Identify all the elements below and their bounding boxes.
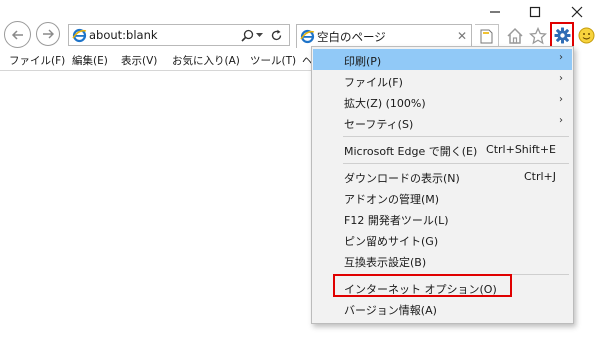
menu-item-label: ファイル(F) xyxy=(344,76,403,89)
menu-edit[interactable]: 編集(E) xyxy=(72,53,108,68)
submenu-arrow-icon: › xyxy=(559,94,563,105)
ie-logo-icon xyxy=(72,28,87,43)
submenu-arrow-icon: › xyxy=(559,115,563,126)
menu-tools[interactable]: ツール(T) xyxy=(250,53,296,68)
back-arrow-icon xyxy=(11,29,23,40)
menu-file[interactable]: ファイル(F) xyxy=(9,53,65,68)
menu-separator xyxy=(343,136,569,137)
new-tab-button[interactable] xyxy=(475,24,499,48)
ie-logo-icon xyxy=(300,29,315,44)
menu-item-safety[interactable]: セーフティ(S) › xyxy=(313,112,572,133)
menu-item-print[interactable]: 印刷(P) › xyxy=(313,49,572,70)
menu-item-manage-addons[interactable]: アドオンの管理(M) xyxy=(313,187,572,208)
menu-item-label: アドオンの管理(M) xyxy=(344,193,440,206)
menu-separator xyxy=(343,163,569,164)
address-bar[interactable]: about:blank xyxy=(68,24,290,46)
menu-item-shortcut: Ctrl+J xyxy=(523,170,556,183)
menu-item-downloads[interactable]: ダウンロードの表示(N) Ctrl+J xyxy=(313,166,572,187)
tab-close-button[interactable]: ✕ xyxy=(457,29,467,43)
refresh-icon[interactable] xyxy=(270,29,283,42)
menu-item-file[interactable]: ファイル(F) › xyxy=(313,70,572,91)
menu-item-pinned-sites[interactable]: ピン留めサイト(G) xyxy=(313,229,572,250)
tab-blank-page[interactable]: 空白のページ ✕ xyxy=(296,24,472,48)
chevron-down-icon[interactable] xyxy=(256,33,263,38)
forward-button[interactable] xyxy=(36,22,60,46)
highlight-annotation xyxy=(333,274,512,297)
address-text: about:blank xyxy=(89,28,158,42)
maximize-icon xyxy=(529,6,541,18)
minimize-icon xyxy=(490,11,500,13)
submenu-arrow-icon: › xyxy=(559,73,563,84)
menu-bar-divider xyxy=(0,70,312,71)
maximize-button[interactable] xyxy=(521,2,549,22)
menu-item-label: 互換表示設定(B) xyxy=(344,256,427,269)
back-button[interactable] xyxy=(4,21,31,48)
menu-item-f12-devtools[interactable]: F12 開発者ツール(L) xyxy=(313,208,572,229)
menu-item-shortcut: Ctrl+Shift+E xyxy=(486,143,556,156)
menu-item-label: Microsoft Edge で開く(E) xyxy=(344,145,478,158)
menu-item-label: F12 開発者ツール(L) xyxy=(344,214,449,227)
menu-item-label: 拡大(Z) (100%) xyxy=(344,97,426,110)
gear-icon xyxy=(554,27,571,44)
tools-button[interactable] xyxy=(550,22,574,48)
tab-title: 空白のページ xyxy=(317,30,386,44)
menu-item-zoom[interactable]: 拡大(Z) (100%) › xyxy=(313,91,572,112)
home-icon[interactable] xyxy=(506,27,524,45)
menu-item-label: セーフティ(S) xyxy=(344,118,414,131)
minimize-button[interactable] xyxy=(481,2,509,22)
submenu-arrow-icon: › xyxy=(559,52,563,63)
menu-item-open-in-edge[interactable]: Microsoft Edge で開く(E) Ctrl+Shift+E xyxy=(313,139,572,160)
new-tab-icon xyxy=(480,29,493,44)
menu-item-label: バージョン情報(A) xyxy=(344,304,437,317)
star-icon[interactable] xyxy=(529,27,547,45)
menu-item-label: 印刷(P) xyxy=(344,55,382,68)
search-icon[interactable] xyxy=(241,29,254,42)
smiley-icon[interactable] xyxy=(578,27,595,44)
close-window-button[interactable] xyxy=(563,2,591,22)
menu-item-label: ピン留めサイト(G) xyxy=(344,235,439,248)
menu-favorites[interactable]: お気に入り(A) xyxy=(172,53,240,68)
menu-item-label: ダウンロードの表示(N) xyxy=(344,172,460,185)
menu-item-compat-view[interactable]: 互換表示設定(B) xyxy=(313,250,572,271)
forward-arrow-icon xyxy=(43,29,54,39)
menu-item-about[interactable]: バージョン情報(A) xyxy=(313,298,572,319)
close-icon xyxy=(571,6,583,18)
menu-view[interactable]: 表示(V) xyxy=(121,53,157,68)
